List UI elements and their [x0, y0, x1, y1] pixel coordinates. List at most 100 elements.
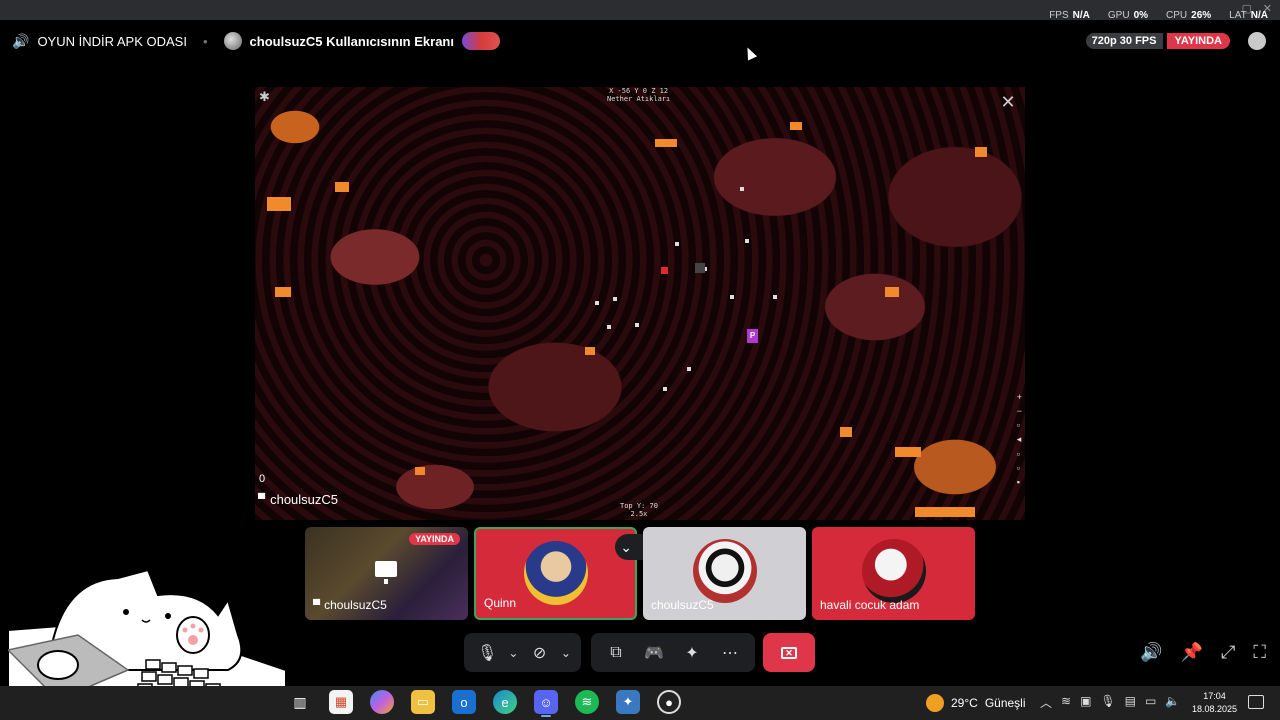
edge-icon[interactable]: e — [493, 690, 517, 714]
lava-patch — [895, 447, 921, 457]
lava-patch — [790, 122, 802, 130]
map-tool-icon[interactable]: ▫ — [1017, 449, 1022, 459]
compass-icon: ✕ — [1000, 92, 1016, 112]
microphone-icon[interactable]: 🎙 — [1100, 694, 1115, 711]
participant-tile-havali[interactable]: havali cocuk adam — [812, 527, 975, 620]
volume-icon[interactable]: 🔊 — [1140, 642, 1162, 663]
system-clock[interactable]: 17:04 18.08.2025 — [1192, 690, 1237, 716]
stop-stream-button[interactable]: ✕ — [763, 633, 815, 672]
entity-marker — [663, 387, 667, 391]
map-coordinates: X -56 Y 0 Z 12 Nether Atıkları — [607, 87, 671, 103]
entity-marker — [613, 297, 617, 301]
screen-share-button[interactable]: ⧉ — [601, 638, 631, 668]
header-separator: • — [202, 33, 208, 49]
more-options-icon[interactable]: ⋯ — [715, 638, 745, 668]
fullscreen-icon[interactable]: ⛶ — [1253, 642, 1266, 663]
outlook-icon[interactable]: o — [452, 690, 476, 714]
participant-avatar — [523, 541, 588, 605]
player-marker — [695, 263, 705, 273]
participant-tile-choulsuz[interactable]: choulsuzC5 — [643, 527, 806, 620]
lava-patch — [267, 197, 291, 211]
participant-avatar — [861, 539, 926, 603]
map-zoom-info: Top Y: 70 2.5x — [620, 502, 658, 518]
app-icon[interactable]: ✦ — [616, 690, 640, 714]
battery-icon[interactable]: ▭ — [1145, 694, 1156, 711]
discord-icon[interactable]: ☺ — [534, 690, 558, 717]
store-icon[interactable]: ▦ — [329, 690, 353, 714]
performance-overlay: FPS N/A GPU 0% CPU 26% LAT N/A — [1049, 10, 1268, 21]
chevron-down-icon[interactable]: ⌄ — [620, 539, 632, 556]
pin-icon[interactable]: 📌 — [1181, 642, 1203, 663]
speaker-icon[interactable]: 🔈 — [1165, 694, 1180, 711]
weather-widget[interactable]: 29°C Güneşli — [926, 694, 1026, 712]
lava-patch — [275, 287, 291, 297]
notification-icon[interactable] — [1248, 695, 1264, 709]
participant-tile-screen[interactable]: YAYINDA ▀ choulsuzC5 — [305, 527, 468, 620]
view-controls: 🔊 📌 ⤢ ⛶ — [1140, 642, 1266, 663]
cpu-stat: CPU 26% — [1166, 10, 1212, 21]
tile-name: choulsuzC5 — [651, 598, 714, 612]
map-tool-icon[interactable]: ▪ — [1017, 477, 1022, 487]
screen-share-icon: ▀ — [258, 494, 266, 505]
stream-indicator: 0 — [259, 473, 266, 485]
soundboard-icon[interactable]: ✦ — [677, 638, 707, 668]
wifi-icon[interactable]: ≋ — [1061, 694, 1071, 711]
taskbar-apps: ▥ ▦ ▭ o e ☺ ≋ ✦ ● — [288, 690, 681, 717]
task-view-icon[interactable]: ▥ — [288, 690, 312, 714]
copilot-icon[interactable] — [370, 690, 394, 714]
system-tray: ︿ ≋ ▣ 🎙 ▤ ▭ 🔈 — [1040, 694, 1180, 711]
entity-marker — [687, 367, 691, 371]
streamer-avatar — [223, 32, 242, 50]
waypoint-marker[interactable]: P — [747, 329, 758, 343]
voice-channel-icon: 🔊 — [12, 32, 30, 49]
tray-app-icon[interactable]: ▤ — [1125, 694, 1136, 711]
map-tool-icon[interactable]: ◂ — [1017, 434, 1022, 445]
popout-icon[interactable]: ⤢ — [1221, 642, 1235, 663]
windows-taskbar: ▥ ▦ ▭ o e ☺ ≋ ✦ ● 29°C Güneşli ︿ ≋ ▣ 🎙 ▤… — [0, 686, 1280, 720]
screen-share-view[interactable]: ✱ X -56 Y 0 Z 12 Nether Atıkları ✕ P + −… — [255, 87, 1025, 520]
chevron-down-icon[interactable]: ⌄ — [506, 638, 520, 668]
live-badge: YAYINDA — [1166, 33, 1230, 49]
channel-name[interactable]: OYUN İNDİR APK ODASI — [37, 34, 187, 49]
entity-marker — [745, 239, 749, 243]
tile-live-badge: YAYINDA — [409, 533, 460, 545]
zoom-out-icon[interactable]: − — [1017, 406, 1022, 416]
entity-marker — [773, 295, 777, 299]
weather-temp: 29°C — [951, 696, 978, 710]
lava-patch — [655, 139, 677, 147]
zoom-in-icon[interactable]: + — [1017, 392, 1022, 402]
spotify-icon[interactable]: ≋ — [575, 690, 599, 714]
entity-marker — [675, 242, 679, 246]
chevron-down-icon[interactable]: ⌄ — [559, 638, 573, 668]
tile-name: ▀ choulsuzC5 — [313, 598, 387, 612]
microphone-icon[interactable]: 🎙 — [472, 638, 502, 668]
settings-gear-icon[interactable]: ✱ — [259, 89, 270, 105]
lava-patch — [885, 287, 899, 297]
stream-owner-label: ▀ choulsuzC5 — [258, 492, 339, 507]
chat-icon[interactable] — [1248, 32, 1266, 50]
activity-controls: ⧉ 🎮 ✦ ⋯ — [591, 633, 755, 672]
chevron-up-icon[interactable]: ︿ — [1040, 694, 1052, 711]
map-tool-icon[interactable]: ▫ — [1017, 420, 1022, 430]
gamepad-icon[interactable]: 🎮 — [639, 638, 669, 668]
tile-name: Quinn — [484, 596, 517, 610]
participant-tile-quinn[interactable]: Quinn — [474, 527, 637, 620]
entity-marker — [730, 295, 734, 299]
stream-quality-badge: 720p 30 FPS — [1085, 33, 1163, 49]
call-header: 🔊 OYUN İNDİR APK ODASI • choulsuzC5 Kull… — [0, 26, 1280, 56]
map-tool-icon[interactable]: ▫ — [1017, 463, 1022, 473]
screen-title: choulsuzC5 Kullanıcısının Ekranı — [249, 33, 454, 49]
entity-marker — [595, 301, 599, 305]
hostile-marker — [661, 267, 668, 274]
camera-off-icon[interactable]: ⊘ — [525, 638, 555, 668]
file-explorer-icon[interactable]: ▭ — [411, 690, 435, 714]
monitor-icon — [375, 561, 397, 584]
entity-marker — [740, 187, 744, 191]
entity-marker — [607, 325, 611, 329]
lava-patch — [335, 182, 349, 192]
tray-app-icon[interactable]: ▣ — [1080, 694, 1091, 711]
audio-video-controls: 🎙 ⌄ ⊘ ⌄ — [464, 633, 581, 672]
weather-desc: Güneşli — [984, 696, 1026, 710]
entity-marker — [635, 323, 639, 327]
obs-icon[interactable]: ● — [657, 690, 681, 714]
